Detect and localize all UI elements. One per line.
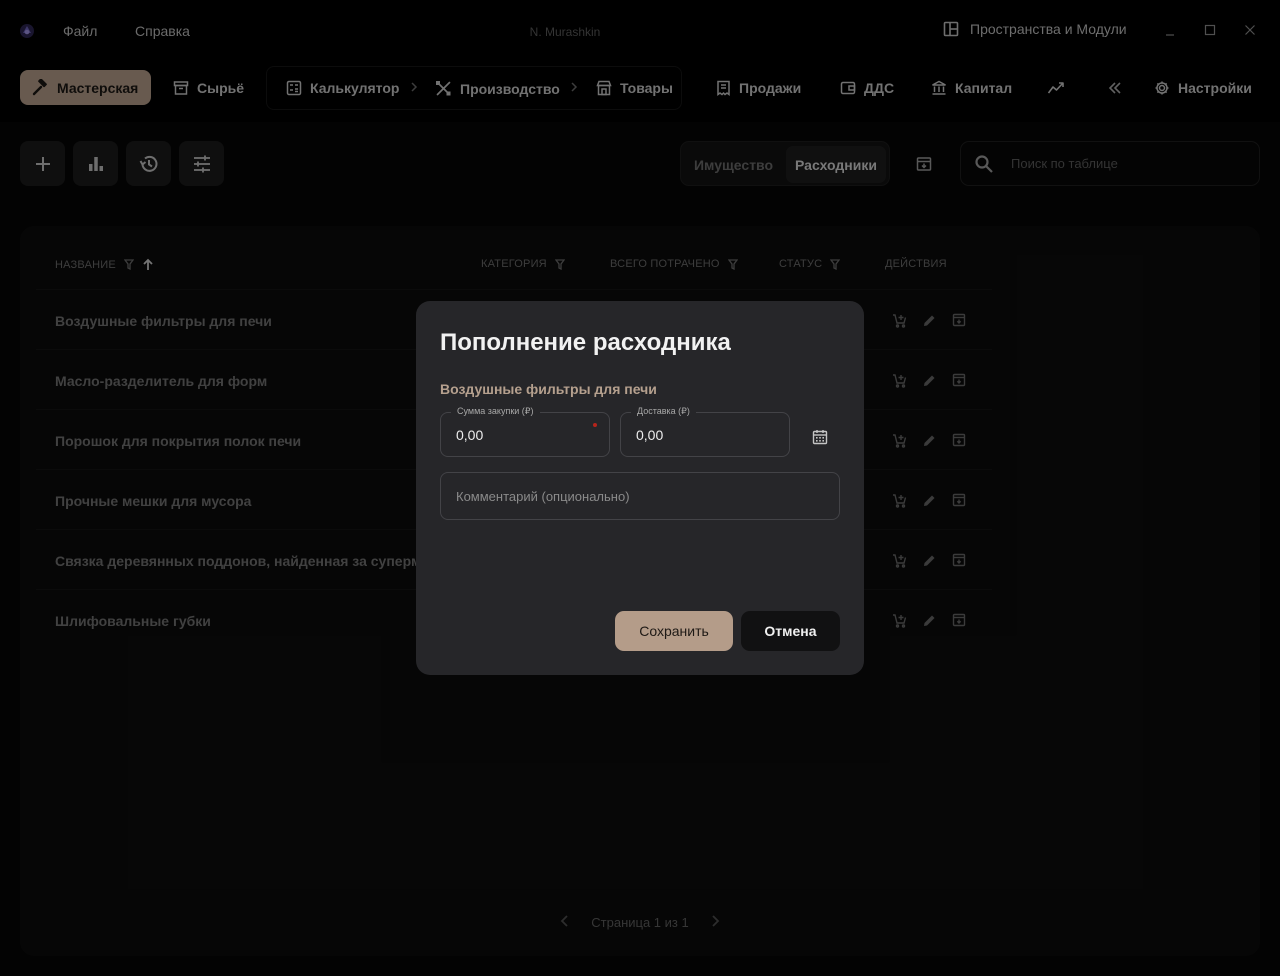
calendar-icon xyxy=(812,430,828,445)
dialog-title: Пополнение расходника xyxy=(440,329,731,356)
comment-field xyxy=(440,472,840,520)
delivery-amount-label: Доставка (₽) xyxy=(631,406,696,417)
restock-dialog: Пополнение расходника Воздушные фильтры … xyxy=(416,301,864,675)
delivery-amount-field[interactable]: Доставка (₽) 0,00 xyxy=(620,406,790,457)
comment-input[interactable] xyxy=(441,473,839,519)
purchase-amount-value[interactable]: 0,00 xyxy=(456,427,483,443)
delivery-amount-value[interactable]: 0,00 xyxy=(636,427,663,443)
required-indicator xyxy=(593,423,597,427)
date-picker-button[interactable] xyxy=(809,426,831,448)
save-button[interactable]: Сохранить xyxy=(615,611,733,651)
purchase-amount-label: Сумма закупки (₽) xyxy=(451,406,540,417)
cancel-button[interactable]: Отмена xyxy=(741,611,840,651)
dialog-item-name: Воздушные фильтры для печи xyxy=(440,381,657,397)
purchase-amount-field[interactable]: Сумма закупки (₽) 0,00 xyxy=(440,406,610,457)
